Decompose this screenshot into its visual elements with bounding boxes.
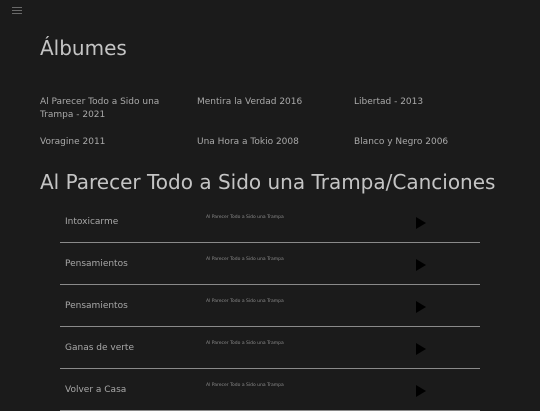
play-icon[interactable] bbox=[416, 259, 426, 271]
album-link[interactable]: Mentira la Verdad 2016 bbox=[197, 96, 354, 122]
albums-title: Álbumes bbox=[40, 36, 127, 60]
song-album: Al Parecer Todo a Sido una Trampa bbox=[206, 341, 284, 346]
album-link[interactable]: Voragine 2011 bbox=[40, 136, 197, 149]
album-link[interactable]: Al Parecer Todo a Sido una Trampa - 2021 bbox=[40, 96, 197, 122]
song-album: Al Parecer Todo a Sido una Trampa bbox=[206, 215, 284, 220]
album-link[interactable]: Libertad - 2013 bbox=[354, 96, 511, 122]
song-name: Volver a Casa bbox=[65, 385, 127, 395]
song-row[interactable]: Intoxicarme Al Parecer Todo a Sido una T… bbox=[60, 201, 480, 243]
play-icon[interactable] bbox=[416, 343, 426, 355]
song-list: Intoxicarme Al Parecer Todo a Sido una T… bbox=[60, 201, 480, 411]
hamburger-menu-icon[interactable] bbox=[12, 7, 22, 15]
song-row[interactable]: Pensamientos Al Parecer Todo a Sido una … bbox=[60, 243, 480, 285]
song-row[interactable]: Pensamientos Al Parecer Todo a Sido una … bbox=[60, 285, 480, 327]
song-row[interactable]: Ganas de verte Al Parecer Todo a Sido un… bbox=[60, 327, 480, 369]
song-album: Al Parecer Todo a Sido una Trampa bbox=[206, 257, 284, 262]
play-icon[interactable] bbox=[416, 385, 426, 397]
play-icon[interactable] bbox=[416, 301, 426, 313]
albums-grid: Al Parecer Todo a Sido una Trampa - 2021… bbox=[40, 96, 510, 149]
song-name: Pensamientos bbox=[65, 301, 128, 311]
album-link[interactable]: Blanco y Negro 2006 bbox=[354, 136, 511, 149]
song-name: Intoxicarme bbox=[65, 217, 119, 227]
album-link[interactable]: Una Hora a Tokio 2008 bbox=[197, 136, 354, 149]
play-icon[interactable] bbox=[416, 217, 426, 229]
song-album: Al Parecer Todo a Sido una Trampa bbox=[206, 299, 284, 304]
song-name: Ganas de verte bbox=[65, 343, 134, 353]
song-name: Pensamientos bbox=[65, 259, 128, 269]
song-album: Al Parecer Todo a Sido una Trampa bbox=[206, 383, 284, 388]
songs-title: Al Parecer Todo a Sido una Trampa/Cancio… bbox=[40, 170, 496, 194]
